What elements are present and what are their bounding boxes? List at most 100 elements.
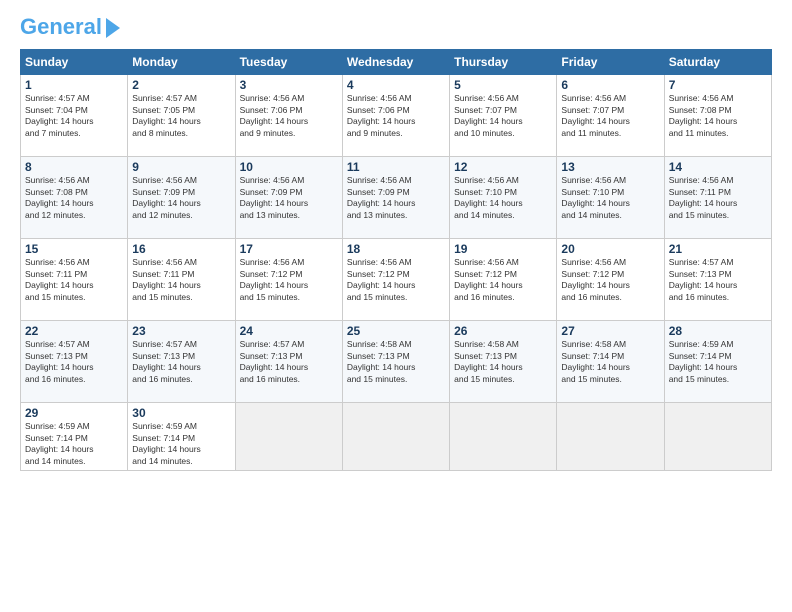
day-number: 18	[347, 242, 445, 256]
day-info: Sunrise: 4:56 AM Sunset: 7:09 PM Dayligh…	[347, 175, 445, 221]
calendar-cell: 20Sunrise: 4:56 AM Sunset: 7:12 PM Dayli…	[557, 239, 664, 321]
day-number: 30	[132, 406, 230, 420]
calendar-cell: 22Sunrise: 4:57 AM Sunset: 7:13 PM Dayli…	[21, 321, 128, 403]
day-number: 3	[240, 78, 338, 92]
calendar-cell: 26Sunrise: 4:58 AM Sunset: 7:13 PM Dayli…	[450, 321, 557, 403]
weekday-header-tuesday: Tuesday	[235, 50, 342, 75]
day-info: Sunrise: 4:56 AM Sunset: 7:10 PM Dayligh…	[561, 175, 659, 221]
day-info: Sunrise: 4:59 AM Sunset: 7:14 PM Dayligh…	[669, 339, 767, 385]
day-number: 6	[561, 78, 659, 92]
calendar-cell: 25Sunrise: 4:58 AM Sunset: 7:13 PM Dayli…	[342, 321, 449, 403]
day-number: 13	[561, 160, 659, 174]
calendar-cell: 2Sunrise: 4:57 AM Sunset: 7:05 PM Daylig…	[128, 75, 235, 157]
day-number: 26	[454, 324, 552, 338]
day-number: 9	[132, 160, 230, 174]
calendar-cell: 13Sunrise: 4:56 AM Sunset: 7:10 PM Dayli…	[557, 157, 664, 239]
day-info: Sunrise: 4:56 AM Sunset: 7:12 PM Dayligh…	[454, 257, 552, 303]
calendar-cell: 19Sunrise: 4:56 AM Sunset: 7:12 PM Dayli…	[450, 239, 557, 321]
day-info: Sunrise: 4:56 AM Sunset: 7:11 PM Dayligh…	[132, 257, 230, 303]
day-number: 15	[25, 242, 123, 256]
calendar-cell: 27Sunrise: 4:58 AM Sunset: 7:14 PM Dayli…	[557, 321, 664, 403]
day-number: 16	[132, 242, 230, 256]
day-info: Sunrise: 4:56 AM Sunset: 7:09 PM Dayligh…	[132, 175, 230, 221]
calendar-cell: 18Sunrise: 4:56 AM Sunset: 7:12 PM Dayli…	[342, 239, 449, 321]
calendar-header-row: SundayMondayTuesdayWednesdayThursdayFrid…	[21, 50, 772, 75]
day-number: 1	[25, 78, 123, 92]
weekday-header-wednesday: Wednesday	[342, 50, 449, 75]
day-info: Sunrise: 4:56 AM Sunset: 7:11 PM Dayligh…	[25, 257, 123, 303]
calendar-cell: 8Sunrise: 4:56 AM Sunset: 7:08 PM Daylig…	[21, 157, 128, 239]
day-info: Sunrise: 4:58 AM Sunset: 7:14 PM Dayligh…	[561, 339, 659, 385]
calendar-cell: 24Sunrise: 4:57 AM Sunset: 7:13 PM Dayli…	[235, 321, 342, 403]
logo-text: General	[20, 15, 120, 39]
calendar-cell	[664, 403, 771, 471]
calendar-cell: 1Sunrise: 4:57 AM Sunset: 7:04 PM Daylig…	[21, 75, 128, 157]
day-number: 10	[240, 160, 338, 174]
calendar-table: SundayMondayTuesdayWednesdayThursdayFrid…	[20, 49, 772, 471]
weekday-header-friday: Friday	[557, 50, 664, 75]
day-info: Sunrise: 4:57 AM Sunset: 7:13 PM Dayligh…	[240, 339, 338, 385]
day-info: Sunrise: 4:56 AM Sunset: 7:10 PM Dayligh…	[454, 175, 552, 221]
day-info: Sunrise: 4:57 AM Sunset: 7:13 PM Dayligh…	[25, 339, 123, 385]
day-number: 23	[132, 324, 230, 338]
day-info: Sunrise: 4:56 AM Sunset: 7:07 PM Dayligh…	[454, 93, 552, 139]
day-number: 4	[347, 78, 445, 92]
calendar-cell	[235, 403, 342, 471]
calendar-cell: 23Sunrise: 4:57 AM Sunset: 7:13 PM Dayli…	[128, 321, 235, 403]
day-info: Sunrise: 4:56 AM Sunset: 7:08 PM Dayligh…	[25, 175, 123, 221]
weekday-header-thursday: Thursday	[450, 50, 557, 75]
weekday-header-sunday: Sunday	[21, 50, 128, 75]
day-number: 8	[25, 160, 123, 174]
day-number: 2	[132, 78, 230, 92]
day-number: 28	[669, 324, 767, 338]
day-info: Sunrise: 4:56 AM Sunset: 7:08 PM Dayligh…	[669, 93, 767, 139]
day-info: Sunrise: 4:57 AM Sunset: 7:13 PM Dayligh…	[132, 339, 230, 385]
calendar-cell	[342, 403, 449, 471]
day-number: 24	[240, 324, 338, 338]
day-info: Sunrise: 4:56 AM Sunset: 7:12 PM Dayligh…	[561, 257, 659, 303]
calendar-cell: 5Sunrise: 4:56 AM Sunset: 7:07 PM Daylig…	[450, 75, 557, 157]
day-info: Sunrise: 4:56 AM Sunset: 7:07 PM Dayligh…	[561, 93, 659, 139]
day-info: Sunrise: 4:57 AM Sunset: 7:05 PM Dayligh…	[132, 93, 230, 139]
day-number: 12	[454, 160, 552, 174]
calendar-cell: 21Sunrise: 4:57 AM Sunset: 7:13 PM Dayli…	[664, 239, 771, 321]
header: General	[20, 15, 772, 39]
weekday-header-monday: Monday	[128, 50, 235, 75]
calendar-cell: 29Sunrise: 4:59 AM Sunset: 7:14 PM Dayli…	[21, 403, 128, 471]
page-container: General SundayMondayTuesdayWednesdayThur…	[0, 0, 792, 481]
day-info: Sunrise: 4:56 AM Sunset: 7:12 PM Dayligh…	[347, 257, 445, 303]
calendar-cell: 15Sunrise: 4:56 AM Sunset: 7:11 PM Dayli…	[21, 239, 128, 321]
day-info: Sunrise: 4:56 AM Sunset: 7:06 PM Dayligh…	[240, 93, 338, 139]
day-number: 27	[561, 324, 659, 338]
calendar-cell: 7Sunrise: 4:56 AM Sunset: 7:08 PM Daylig…	[664, 75, 771, 157]
day-info: Sunrise: 4:58 AM Sunset: 7:13 PM Dayligh…	[454, 339, 552, 385]
day-number: 21	[669, 242, 767, 256]
day-info: Sunrise: 4:56 AM Sunset: 7:11 PM Dayligh…	[669, 175, 767, 221]
calendar-cell: 11Sunrise: 4:56 AM Sunset: 7:09 PM Dayli…	[342, 157, 449, 239]
calendar-cell: 14Sunrise: 4:56 AM Sunset: 7:11 PM Dayli…	[664, 157, 771, 239]
day-number: 25	[347, 324, 445, 338]
calendar-cell: 3Sunrise: 4:56 AM Sunset: 7:06 PM Daylig…	[235, 75, 342, 157]
day-info: Sunrise: 4:56 AM Sunset: 7:06 PM Dayligh…	[347, 93, 445, 139]
calendar-cell: 28Sunrise: 4:59 AM Sunset: 7:14 PM Dayli…	[664, 321, 771, 403]
calendar-cell: 9Sunrise: 4:56 AM Sunset: 7:09 PM Daylig…	[128, 157, 235, 239]
calendar-cell: 10Sunrise: 4:56 AM Sunset: 7:09 PM Dayli…	[235, 157, 342, 239]
logo-arrow-icon	[106, 18, 120, 38]
day-info: Sunrise: 4:59 AM Sunset: 7:14 PM Dayligh…	[25, 421, 123, 467]
day-number: 22	[25, 324, 123, 338]
day-info: Sunrise: 4:58 AM Sunset: 7:13 PM Dayligh…	[347, 339, 445, 385]
calendar-cell	[450, 403, 557, 471]
calendar-cell	[557, 403, 664, 471]
day-number: 29	[25, 406, 123, 420]
day-number: 11	[347, 160, 445, 174]
weekday-header-saturday: Saturday	[664, 50, 771, 75]
day-info: Sunrise: 4:56 AM Sunset: 7:09 PM Dayligh…	[240, 175, 338, 221]
day-info: Sunrise: 4:56 AM Sunset: 7:12 PM Dayligh…	[240, 257, 338, 303]
day-number: 17	[240, 242, 338, 256]
calendar-cell: 12Sunrise: 4:56 AM Sunset: 7:10 PM Dayli…	[450, 157, 557, 239]
day-number: 7	[669, 78, 767, 92]
calendar-cell: 30Sunrise: 4:59 AM Sunset: 7:14 PM Dayli…	[128, 403, 235, 471]
day-number: 20	[561, 242, 659, 256]
calendar-cell: 16Sunrise: 4:56 AM Sunset: 7:11 PM Dayli…	[128, 239, 235, 321]
day-info: Sunrise: 4:57 AM Sunset: 7:04 PM Dayligh…	[25, 93, 123, 139]
